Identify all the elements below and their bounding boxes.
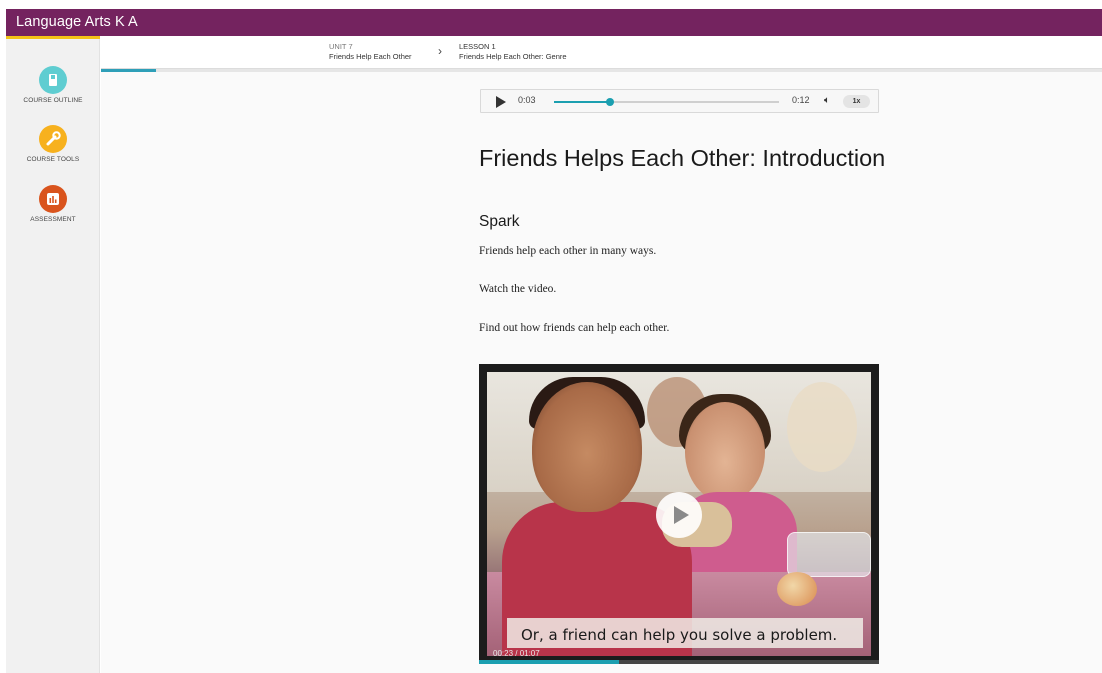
audio-seek-fill [554,101,611,103]
playback-speed-button[interactable]: 1x [843,95,870,108]
sidebar-item-course-tools[interactable]: COURSE TOOLS [6,125,100,163]
unit-label: UNIT 7 [329,42,353,51]
video-progress-fill [479,660,619,664]
sidebar-item-label: ASSESSMENT [30,216,76,223]
video-progress-bar[interactable] [479,660,879,664]
lesson-title: Friends Help Each Other: Genre [459,51,567,61]
paragraph: Find out how friends can help each other… [479,322,670,334]
video-player[interactable]: Or, a friend can help you solve a proble… [479,364,879,664]
audio-seek-handle[interactable] [606,98,615,106]
video-time: 00:23 / 01:07 [493,649,540,658]
page-title: Friends Helps Each Other: Introduction [479,145,886,171]
breadcrumb-lesson[interactable]: LESSON 1 Friends Help Each Other: Genre [459,42,567,61]
video-play-button[interactable] [656,492,702,538]
sidebar-item-label: COURSE TOOLS [26,156,80,163]
audio-seek-bar[interactable] [554,98,779,106]
audio-player: 0:03 0:12 🔈︎ 1x [480,89,879,113]
app-title: Language Arts K A [16,14,138,30]
unit-title: Friends Help Each Other [329,51,412,61]
play-icon[interactable] [496,96,506,108]
top-strip [0,0,1102,9]
chevron-right-icon: › [438,44,442,58]
audio-current-time: 0:03 [518,95,536,105]
sidebar-item-assessment[interactable]: ASSESSMENT [6,185,100,223]
sidebar-item-course-outline[interactable]: COURSE OUTLINE [6,66,100,104]
wrench-icon [39,125,67,153]
paragraph: Friends help each other in many ways. [479,245,657,257]
audio-duration: 0:12 [792,95,810,105]
video-caption: Or, a friend can help you solve a proble… [521,626,838,644]
paragraph: Watch the video. [479,283,557,295]
app-header: Language Arts K A [6,9,1102,36]
sidebar: COURSE OUTLINE COURSE TOOLS ASSESSMENT [6,39,100,673]
play-icon [674,506,689,524]
section-heading: Spark [479,213,520,230]
bar-chart-icon [39,185,67,213]
lesson-content: 0:03 0:12 🔈︎ 1x Friends Helps Each Other… [101,72,1102,673]
breadcrumb-unit[interactable]: UNIT 7 Friends Help Each Other [329,42,412,61]
book-icon [39,66,67,94]
volume-icon[interactable]: 🔈︎ [824,95,830,106]
sidebar-item-label: COURSE OUTLINE [23,97,83,104]
lesson-label: LESSON 1 [459,42,496,51]
breadcrumb: UNIT 7 Friends Help Each Other › LESSON … [101,36,1102,69]
